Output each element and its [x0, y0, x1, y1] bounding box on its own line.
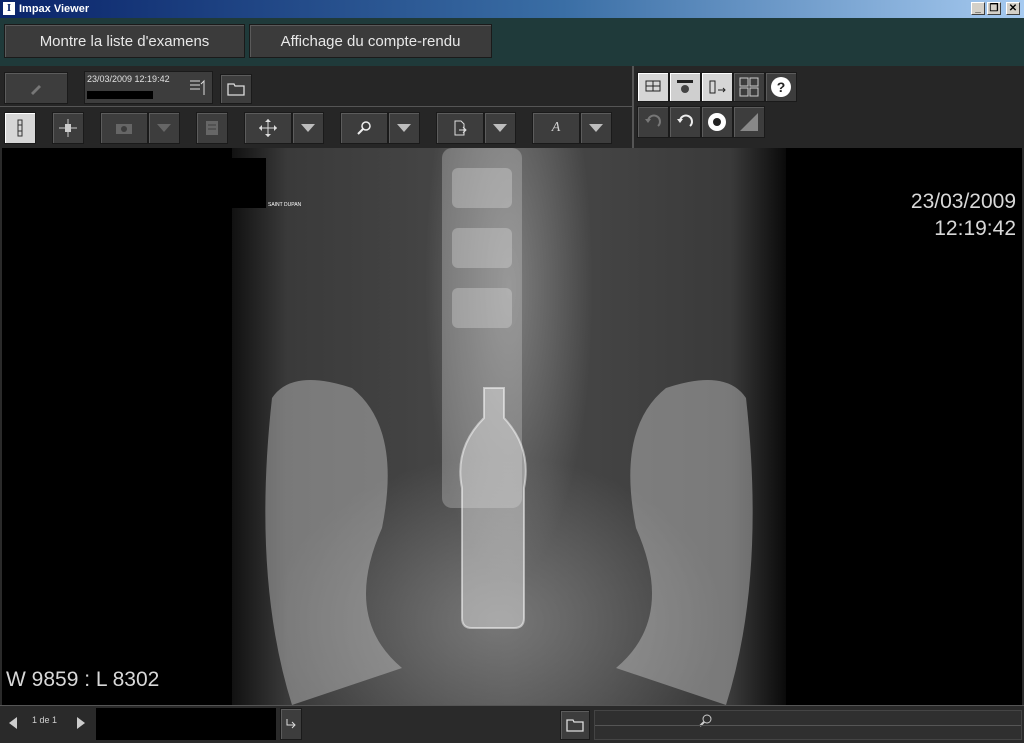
zoom-tool-button[interactable] — [340, 112, 388, 144]
patient-icon — [677, 80, 693, 93]
snapshot-dropdown[interactable] — [148, 112, 180, 144]
move-arrows-icon — [259, 119, 277, 137]
next-page-icon[interactable] — [76, 716, 86, 730]
chevron-down-icon — [397, 124, 411, 132]
navigation-band: Montre la liste d'examens Affichage du c… — [0, 18, 1024, 66]
series-arrow-icon — [709, 80, 726, 94]
open-folder-button[interactable] — [220, 74, 252, 104]
document-arrow-icon — [454, 120, 467, 136]
window-level-readout: W 9859 : L 8302 — [6, 668, 160, 691]
patient-info-button[interactable] — [669, 72, 701, 102]
layers-button[interactable] — [196, 112, 228, 144]
pen-icon — [31, 85, 41, 95]
localizer-icon — [59, 119, 77, 137]
folder-icon — [227, 83, 245, 96]
export-button[interactable] — [436, 112, 484, 144]
layout-grid-button[interactable] — [733, 72, 765, 102]
zoom-dropdown[interactable] — [388, 112, 420, 144]
return-arrow-icon — [286, 719, 296, 729]
previous-page-icon[interactable] — [8, 716, 18, 730]
layers-icon — [206, 121, 218, 135]
overlay-date: 23/03/2009 — [910, 190, 1016, 213]
minimize-button[interactable]: _ — [971, 2, 985, 15]
overlay-datetime: 23/03/2009 12:19:42 — [911, 188, 1016, 242]
redaction-block — [232, 158, 266, 208]
svg-text:?: ? — [777, 79, 786, 95]
pen-tool-button[interactable] — [4, 72, 68, 104]
snapshot-button[interactable] — [100, 112, 148, 144]
close-button[interactable]: ✕ — [1006, 2, 1020, 15]
annotation-dropdown[interactable] — [580, 112, 612, 144]
crosshair-tool-button[interactable] — [52, 112, 84, 144]
toolbar-divider — [0, 106, 632, 107]
series-stack-icon — [17, 119, 23, 137]
grid-icon — [739, 77, 759, 97]
restore-button[interactable]: ❐ — [987, 2, 1001, 15]
zoom-slider-track[interactable] — [594, 710, 1022, 740]
exam-list-button[interactable]: Montre la liste d'examens — [4, 24, 245, 58]
image-label: SAINT DUPAN — [268, 202, 302, 208]
pan-tool-button[interactable] — [244, 112, 292, 144]
record-button[interactable] — [701, 106, 733, 138]
list-return-icon — [190, 79, 205, 95]
chevron-down-icon — [493, 124, 507, 132]
study-progress-bar — [87, 91, 153, 99]
window-titlebar: I Impax Viewer _ ❐ ✕ — [0, 0, 1024, 18]
study-datetime: 23/03/2009 12:19:42 — [87, 74, 170, 84]
series-export-button[interactable] — [701, 72, 733, 102]
display-settings-button[interactable] — [637, 72, 669, 102]
chevron-down-icon — [157, 124, 171, 132]
app-logo-icon: I — [3, 2, 15, 15]
export-dropdown[interactable] — [484, 112, 516, 144]
annotation-text-button[interactable]: A — [532, 112, 580, 144]
study-info-panel[interactable]: 23/03/2009 12:19:42 — [84, 71, 213, 104]
chevron-down-icon — [589, 124, 603, 132]
undo-button[interactable] — [637, 106, 669, 138]
xray-anatomy — [265, 148, 753, 705]
panel-divider — [632, 66, 634, 148]
status-bar: 1 de 1 — [0, 705, 1024, 743]
report-button[interactable]: Affichage du compte-rendu — [249, 24, 492, 58]
thumbnail-strip — [96, 708, 276, 740]
overlay-time: 12:19:42 — [934, 217, 1016, 240]
browse-folder-button[interactable] — [560, 710, 590, 740]
xray-image: SAINT DUPAN — [232, 148, 786, 705]
invert-contrast-button[interactable] — [733, 106, 765, 138]
circle-icon — [708, 113, 726, 131]
rotate-icon — [677, 114, 693, 127]
slider-line — [595, 725, 1021, 726]
help-button[interactable]: ? — [765, 72, 797, 102]
chevron-down-icon — [301, 124, 315, 132]
folder-icon — [566, 719, 584, 732]
magnifier-icon — [357, 121, 371, 135]
rotate-button[interactable] — [669, 106, 701, 138]
contrast-icon — [740, 113, 758, 131]
window-title: Impax Viewer — [19, 3, 90, 15]
help-icon: ? — [771, 77, 791, 97]
camera-icon — [116, 124, 132, 134]
stack-mode-button[interactable] — [4, 112, 36, 144]
pan-dropdown[interactable] — [292, 112, 324, 144]
monitor-icon — [645, 80, 661, 92]
jump-button[interactable] — [280, 708, 302, 740]
image-viewport[interactable]: SAINT DUPAN 23/03/2009 12:19:42 W 9859 :… — [2, 148, 1022, 705]
page-indicator: 1 de 1 — [32, 715, 58, 725]
undo-icon — [645, 114, 661, 127]
